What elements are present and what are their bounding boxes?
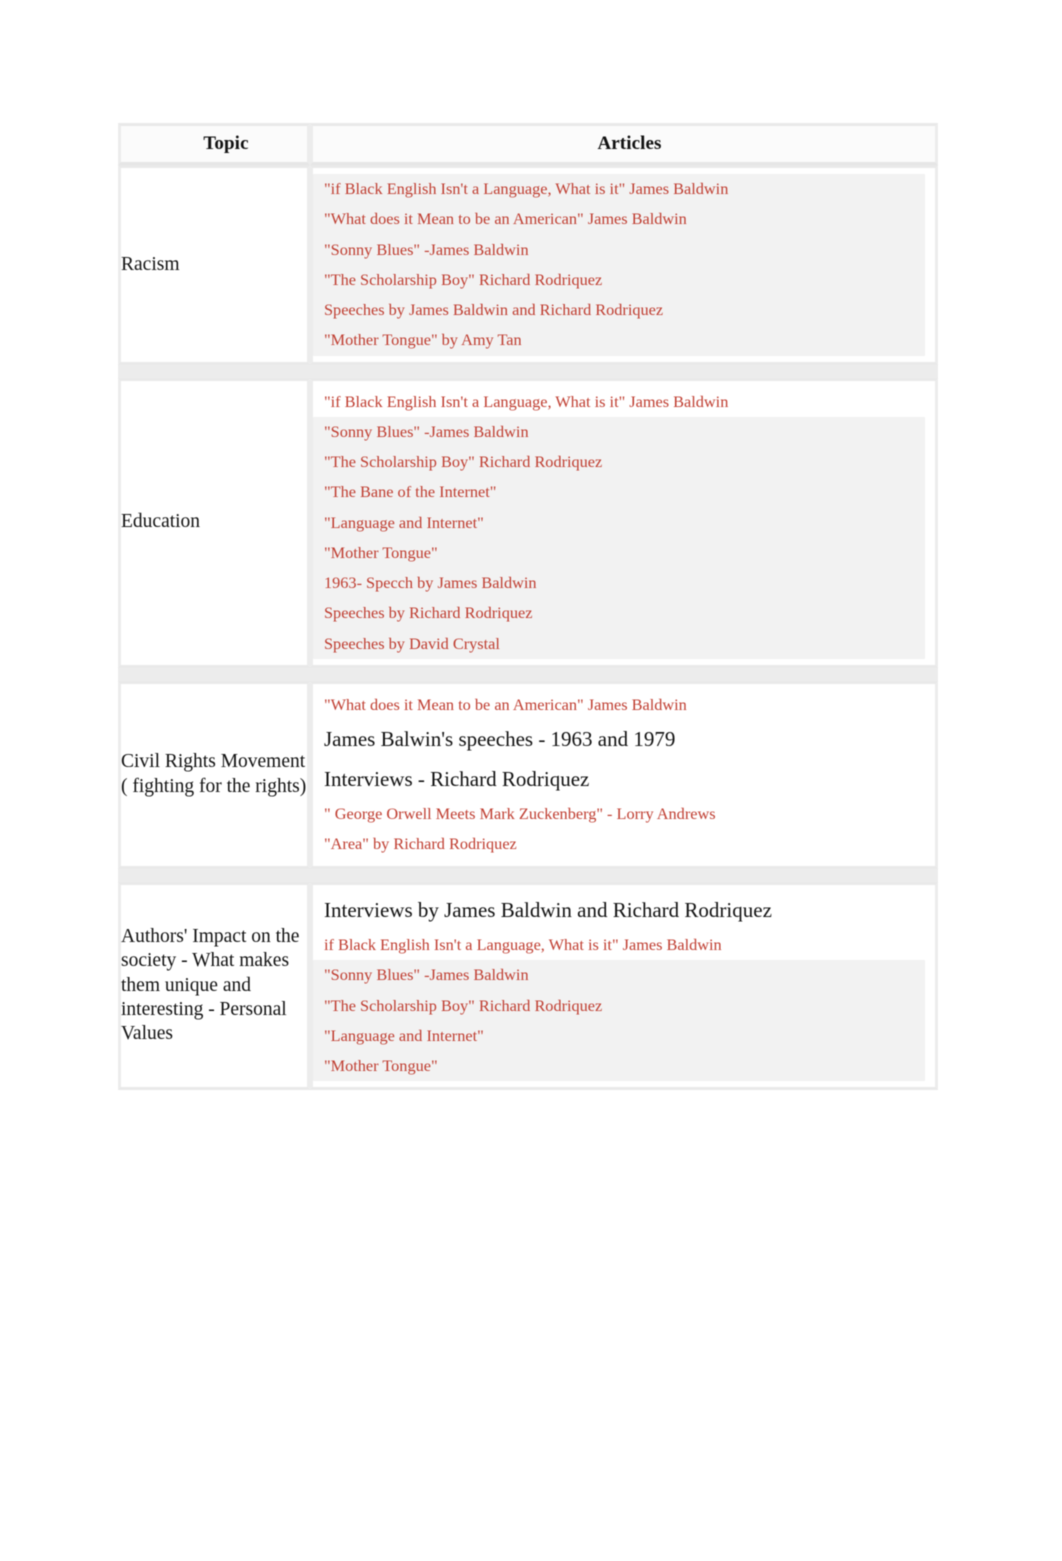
article-item: "The Scholarship Boy" Richard Rodriquez bbox=[313, 990, 925, 1021]
row-separator-cell bbox=[310, 364, 938, 378]
topic-label: Racism bbox=[121, 253, 180, 275]
row-separator-cell bbox=[118, 868, 310, 882]
article-item: "Sonny Blues" -James Baldwin bbox=[313, 234, 925, 265]
topics-articles-table: Topic Articles Racism "if Black English I… bbox=[118, 123, 938, 1091]
article-item: "Mother Tongue" bbox=[313, 1051, 925, 1082]
column-header-topic: Topic bbox=[118, 123, 310, 165]
topic-cell: Racism bbox=[118, 165, 310, 365]
article-item: Speeches by David Crystal bbox=[313, 628, 925, 659]
row-separator-cell bbox=[118, 667, 310, 681]
articles-list: Interviews by James Baldwin and Richard … bbox=[313, 885, 935, 1088]
article-item: Interviews - Richard Rodriquez bbox=[313, 759, 925, 800]
table-row: Civil Rights Movement ( fighting for the… bbox=[118, 680, 938, 869]
column-header-topic-label: Topic bbox=[203, 133, 249, 155]
row-separator bbox=[118, 667, 938, 681]
article-item: Interviews by James Baldwin and Richard … bbox=[313, 890, 925, 931]
topics-articles-table-wrapper: Topic Articles Racism "if Black English I… bbox=[118, 123, 938, 1091]
article-item: "Sonny Blues" -James Baldwin bbox=[313, 960, 925, 991]
article-item: "Language and Internet" bbox=[313, 1020, 925, 1052]
articles-list: "if Black English Isn't a Language, What… bbox=[313, 168, 935, 362]
row-separator bbox=[118, 364, 938, 378]
articles-list: "What does it Mean to be an American" Ja… bbox=[313, 684, 935, 866]
article-item: "Area" by Richard Rodriquez bbox=[313, 829, 925, 860]
article-item: James Balwin's speeches - 1963 and 1979 bbox=[313, 720, 925, 760]
article-item: "The Bane of the Internet" bbox=[313, 477, 925, 508]
topic-label: Civil Rights Movement ( fighting for the… bbox=[121, 751, 307, 797]
article-item: "Sonny Blues" -James Baldwin bbox=[313, 416, 925, 447]
article-item: if Black English Isn't a Language, What … bbox=[313, 930, 925, 961]
column-header-articles: Articles bbox=[310, 123, 938, 165]
row-separator-cell bbox=[310, 868, 938, 882]
column-header-articles-label: Articles bbox=[597, 133, 662, 155]
article-item: "if Black English Isn't a Language, What… bbox=[313, 174, 925, 205]
topic-cell: Civil Rights Movement ( fighting for the… bbox=[118, 680, 310, 869]
articles-cell: "What does it Mean to be an American" Ja… bbox=[310, 680, 938, 869]
article-item: "What does it Mean to be an American" Ja… bbox=[313, 689, 925, 720]
table-row: Education "if Black English Isn't a Langu… bbox=[118, 377, 938, 668]
article-item: "The Scholarship Boy" Richard Rodriquez bbox=[313, 447, 925, 478]
article-item: 1963- Specch by James Baldwin bbox=[313, 568, 925, 599]
articles-list: "if Black English Isn't a Language, What… bbox=[313, 381, 935, 665]
article-item: "What does it Mean to be an American" Ja… bbox=[313, 204, 925, 235]
header-row: Topic Articles bbox=[118, 123, 938, 165]
row-separator-cell bbox=[118, 364, 310, 378]
table-header: Topic Articles bbox=[118, 123, 938, 165]
topic-label: Education bbox=[121, 511, 201, 533]
article-item: Speeches by James Baldwin and Richard Ro… bbox=[313, 295, 925, 326]
article-item: "Mother Tongue" by Amy Tan bbox=[313, 325, 925, 356]
articles-cell: "if Black English Isn't a Language, What… bbox=[310, 165, 938, 365]
table-row: Racism "if Black English Isn't a Language… bbox=[118, 165, 938, 365]
article-item: "if Black English Isn't a Language, What… bbox=[313, 386, 925, 417]
row-separator-cell bbox=[310, 667, 938, 681]
articles-cell: Interviews by James Baldwin and Richard … bbox=[310, 881, 938, 1091]
table-body: Racism "if Black English Isn't a Language… bbox=[118, 165, 938, 1091]
article-item: Speeches by Richard Rodriquez bbox=[313, 598, 925, 629]
topic-label: Authors' Impact on the society - What ma… bbox=[121, 925, 300, 1045]
article-item: "Mother Tongue" bbox=[313, 537, 925, 568]
table-row: Authors' Impact on the society - What ma… bbox=[118, 881, 938, 1091]
topic-cell: Authors' Impact on the society - What ma… bbox=[118, 881, 310, 1091]
document-page: Topic Articles Racism "if Black English I… bbox=[0, 0, 1062, 1561]
row-separator bbox=[118, 868, 938, 882]
article-item: "The Scholarship Boy" Richard Rodriquez bbox=[313, 264, 925, 295]
articles-cell: "if Black English Isn't a Language, What… bbox=[310, 377, 938, 668]
article-item: " George Orwell Meets Mark Zuckenberg" -… bbox=[313, 799, 925, 830]
topic-cell: Education bbox=[118, 377, 310, 668]
article-item: "Language and Internet" bbox=[313, 507, 925, 538]
